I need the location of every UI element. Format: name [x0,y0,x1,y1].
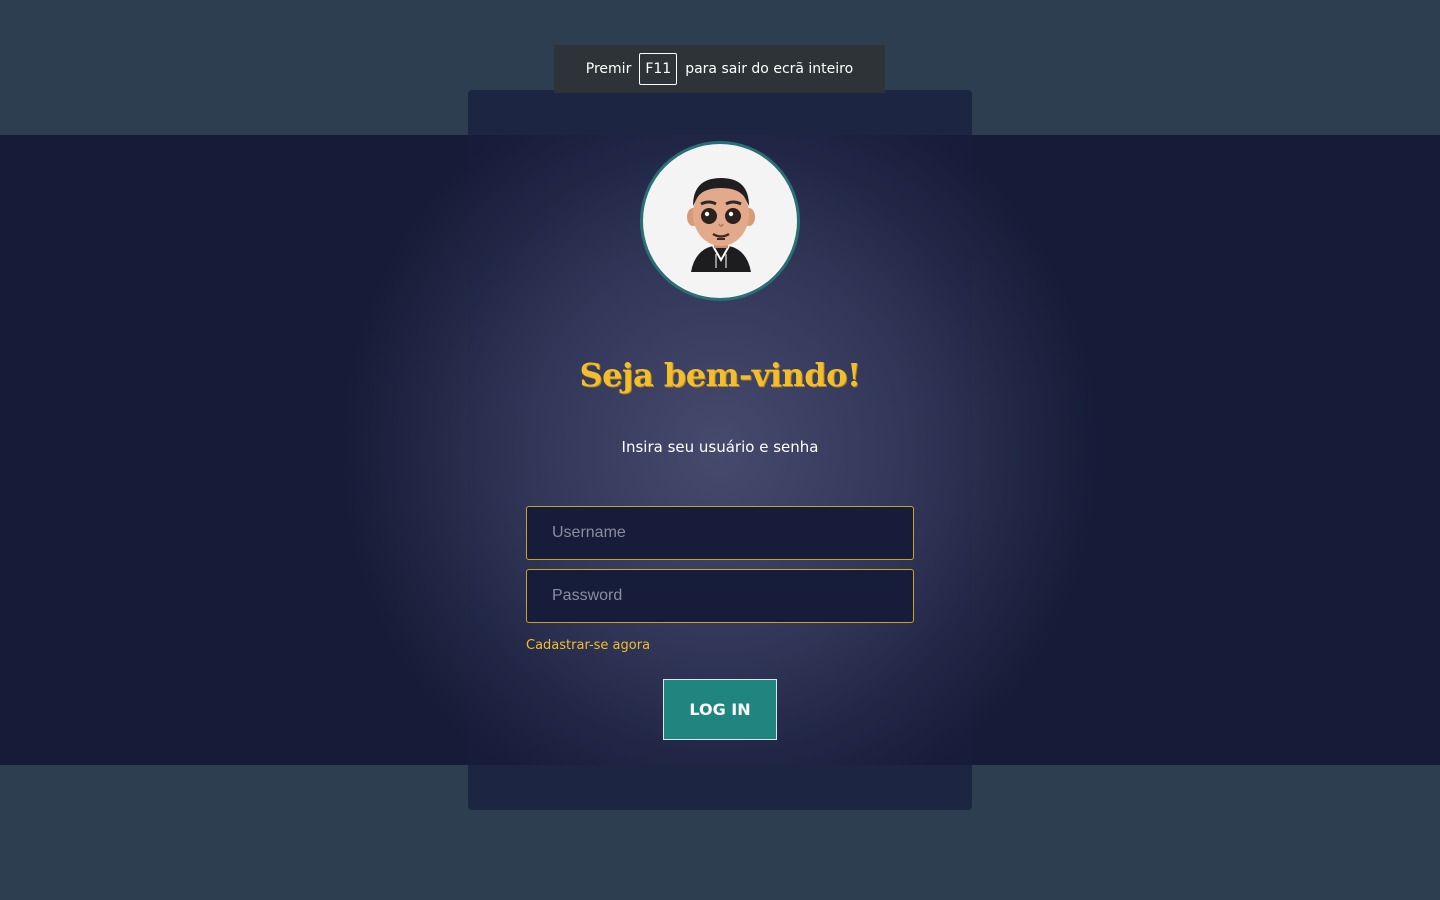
page: Premir F11 para sair do ecrã inteiro Sej… [0,0,1440,900]
welcome-title: Seja bem-vindo! [579,356,861,394]
login-subtitle: Insira seu usuário e senha [621,438,819,456]
fullscreen-notice-prefix: Premir [585,61,632,77]
f11-key: F11 [639,53,678,85]
username-input[interactable] [526,506,914,560]
password-input[interactable] [526,569,914,623]
login-button[interactable]: LOG IN [663,679,777,740]
fullscreen-notice-suffix: para sair do ecrã inteiro [685,61,854,77]
avatar [640,141,800,301]
signup-link[interactable]: Cadastrar-se agora [526,638,650,653]
fullscreen-notice: Premir F11 para sair do ecrã inteiro [554,45,885,93]
cartoon-avatar-icon [687,178,755,272]
